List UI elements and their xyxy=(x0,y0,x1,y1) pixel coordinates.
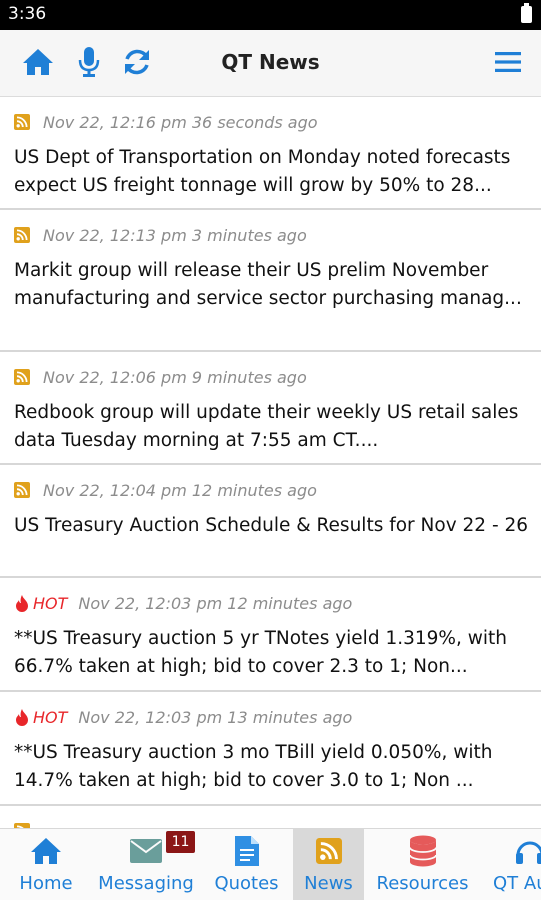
tab-quotes[interactable]: Quotes xyxy=(200,829,293,900)
tab-home[interactable]: Home xyxy=(0,829,92,900)
rss-icon xyxy=(315,833,342,869)
rss-icon xyxy=(14,369,30,385)
news-item[interactable]: HOT Nov 22, 12:03 pm 12 minutes ago **US… xyxy=(0,578,541,692)
tab-qt-audio[interactable]: QT Au xyxy=(481,829,541,900)
hot-badge: HOT xyxy=(14,594,67,613)
news-timestamp: Nov 22, 12:06 pm 9 minutes ago xyxy=(43,367,307,387)
news-headline: Redbook group will update their weekly U… xyxy=(14,402,519,451)
news-timestamp: Nov 22, 12:13 pm 3 minutes ago xyxy=(43,225,307,245)
news-meta-row: HOT Nov 22, 12:03 pm 12 minutes ago xyxy=(14,591,352,615)
flame-icon xyxy=(16,595,28,612)
page-title: QT News xyxy=(221,50,320,74)
rss-icon xyxy=(14,482,30,498)
unread-count-badge: 11 xyxy=(166,831,195,853)
news-item[interactable] xyxy=(0,806,541,828)
document-icon xyxy=(234,833,259,869)
news-meta-row: Nov 22, 12:04 pm 12 minutes ago xyxy=(14,478,317,502)
news-meta-row: HOT Nov 22, 12:03 pm 13 minutes ago xyxy=(14,705,352,729)
news-item[interactable]: Nov 22, 12:06 pm 9 minutes ago Redbook g… xyxy=(0,352,541,465)
news-item[interactable]: Nov 22, 12:16 pm 36 seconds ago US Dept … xyxy=(0,97,541,210)
headphones-icon xyxy=(515,833,541,869)
news-timestamp: Nov 22, 12:04 pm 12 minutes ago xyxy=(43,480,317,500)
tab-label: Resources xyxy=(376,873,469,894)
hot-label: HOT xyxy=(33,593,68,613)
flame-icon xyxy=(16,709,28,726)
news-headline: **US Treasury auction 5 yr TNotes yield … xyxy=(14,628,507,677)
database-icon xyxy=(408,833,437,869)
tab-label: QT Au xyxy=(493,873,541,894)
news-item[interactable]: Nov 22, 12:04 pm 12 minutes ago US Treas… xyxy=(0,465,541,578)
status-time: 3:36 xyxy=(8,4,47,24)
tab-resources[interactable]: Resources xyxy=(364,829,481,900)
news-headline: US Treasury Auction Schedule & Results f… xyxy=(14,515,529,536)
news-meta-row xyxy=(14,819,43,828)
hot-label: HOT xyxy=(33,707,68,727)
news-item[interactable]: Nov 22, 12:13 pm 3 minutes ago Markit gr… xyxy=(0,210,541,352)
tab-label: Home xyxy=(19,873,73,894)
news-timestamp: Nov 22, 12:16 pm 36 seconds ago xyxy=(43,112,318,132)
rss-icon xyxy=(14,114,30,130)
app-header: QT News xyxy=(0,30,541,97)
news-list: Nov 22, 12:16 pm 36 seconds ago US Dept … xyxy=(0,97,541,828)
home-icon xyxy=(29,833,63,869)
news-timestamp: Nov 22, 12:03 pm 12 minutes ago xyxy=(78,593,353,613)
envelope-icon xyxy=(130,833,162,869)
tab-label: Messaging xyxy=(98,873,194,894)
tab-news[interactable]: News xyxy=(293,829,364,900)
tab-messaging[interactable]: Messaging 11 xyxy=(92,829,200,900)
news-headline: US Dept of Transportation on Monday note… xyxy=(14,147,511,196)
news-headline: Markit group will release their US preli… xyxy=(14,260,522,309)
tab-label: News xyxy=(304,873,353,894)
menu-icon[interactable] xyxy=(491,45,525,79)
news-timestamp: Nov 22, 12:03 pm 13 minutes ago xyxy=(78,707,353,727)
status-bar: 3:36 xyxy=(0,0,541,30)
bottom-tab-bar: Home Messaging 11 Quotes News Resources … xyxy=(0,828,541,900)
tab-label: Quotes xyxy=(214,873,279,894)
news-item[interactable]: HOT Nov 22, 12:03 pm 13 minutes ago **US… xyxy=(0,692,541,806)
news-meta-row: Nov 22, 12:16 pm 36 seconds ago xyxy=(14,110,318,134)
rss-icon xyxy=(14,227,30,243)
hot-badge: HOT xyxy=(14,708,67,727)
news-meta-row: Nov 22, 12:06 pm 9 minutes ago xyxy=(14,365,307,389)
battery-icon xyxy=(521,3,532,23)
news-headline: **US Treasury auction 3 mo TBill yield 0… xyxy=(14,742,493,791)
news-meta-row: Nov 22, 12:13 pm 3 minutes ago xyxy=(14,223,307,247)
